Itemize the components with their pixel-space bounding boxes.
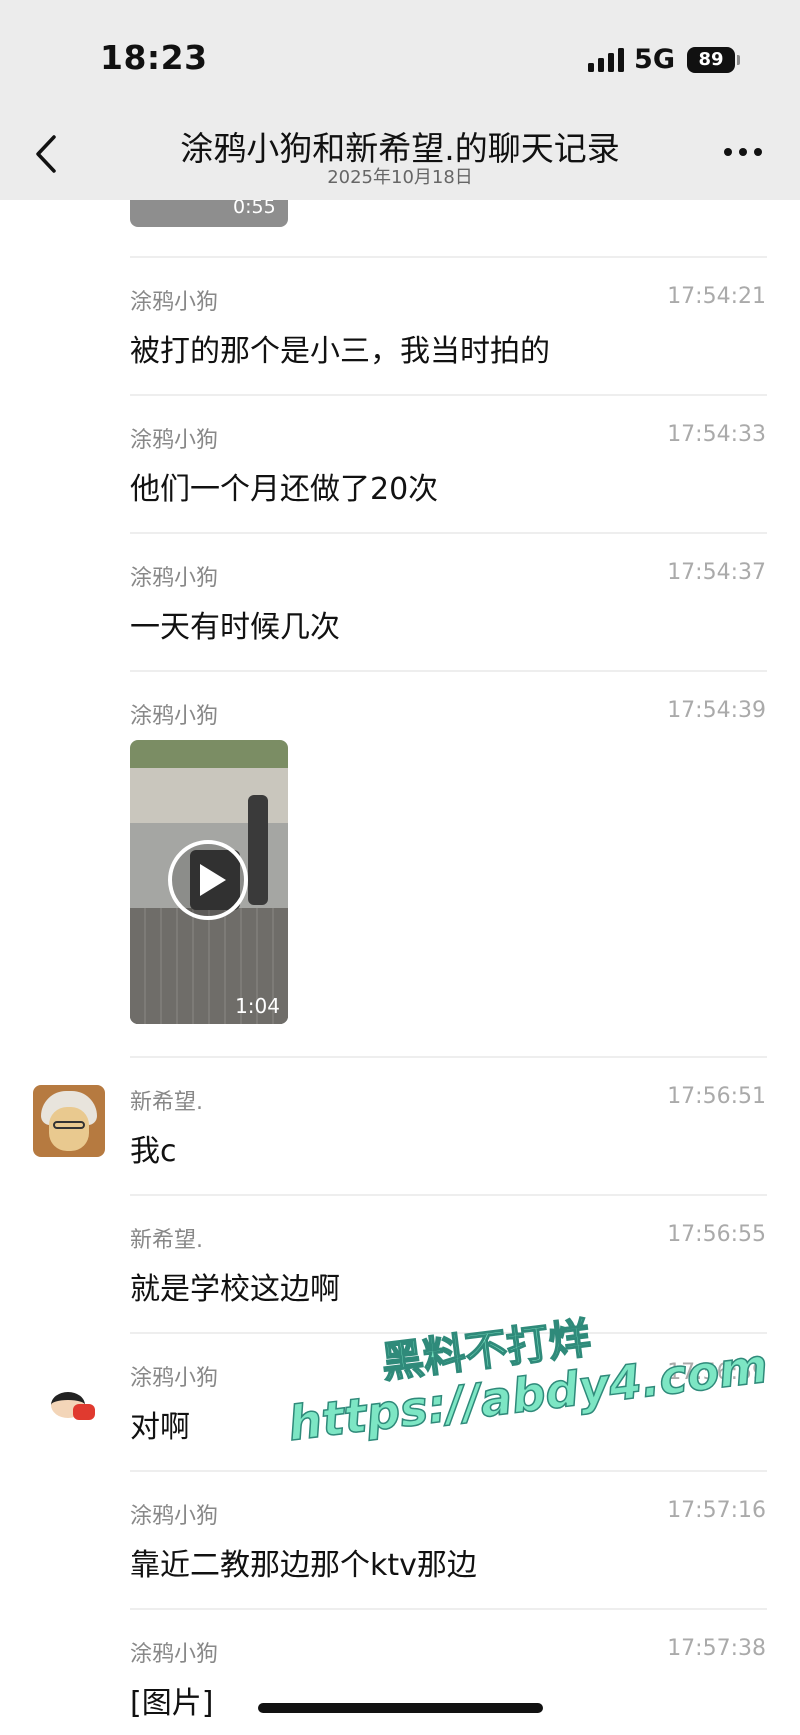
list-item: 涂鸦小狗 17:57:38 [图片] <box>0 1608 800 1735</box>
message-time: 17:54:37 <box>667 560 766 585</box>
list-item: 涂鸦小狗 17:54:33 他们一个月还做了20次 <box>0 394 800 532</box>
avatar[interactable] <box>33 1085 105 1157</box>
list-item: 涂鸦小狗 17:54:39 <box>0 670 800 1056</box>
message-sender: 涂鸦小狗 <box>130 1642 219 1667</box>
status-indicators: 5G 89 <box>588 44 740 75</box>
list-item: 涂鸦小狗 17:54:37 一天有时候几次 <box>0 532 800 670</box>
network-label: 5G <box>634 44 675 75</box>
message-text[interactable]: [图片] <box>130 1678 213 1722</box>
message-text[interactable]: 他们一个月还做了20次 <box>130 464 438 508</box>
message-text[interactable]: 就是学校这边啊 <box>130 1264 340 1308</box>
message-text[interactable]: 对啊 <box>130 1402 190 1446</box>
divider <box>130 256 767 258</box>
list-item: 涂鸦小狗 17:57:16 靠近二教那边那个ktv那边 <box>0 1470 800 1608</box>
message-sender: 新希望. <box>130 1228 203 1253</box>
video-duration: 1:04 <box>235 994 280 1018</box>
battery-tip <box>737 54 740 65</box>
chat-header: 18:23 5G 89 涂鸦小狗和新希望.的聊天记录 2025年10月18日 <box>0 0 800 200</box>
divider <box>130 532 767 534</box>
divider <box>130 670 767 672</box>
message-sender: 涂鸦小狗 <box>130 290 219 315</box>
more-options-icon[interactable] <box>724 148 762 156</box>
avatar[interactable] <box>45 1388 97 1424</box>
message-time: 17:54:33 <box>667 422 766 447</box>
home-indicator[interactable] <box>258 1703 543 1713</box>
divider <box>130 1194 767 1196</box>
divider <box>130 1608 767 1610</box>
signal-icon <box>588 47 625 72</box>
status-time: 18:23 <box>100 38 208 77</box>
video-scene-person <box>248 795 268 905</box>
list-item: 新希望. 17:56:51 我c <box>0 1056 800 1194</box>
message-time: 17:56:51 <box>667 1084 766 1109</box>
message-time: 17:57:16 <box>667 1498 766 1523</box>
message-text[interactable]: 我c <box>130 1126 177 1170</box>
divider <box>130 394 767 396</box>
message-sender: 涂鸦小狗 <box>130 1366 219 1391</box>
list-item: 涂鸦小狗 17:54:21 被打的那个是小三，我当时拍的 <box>0 256 800 394</box>
message-sender: 涂鸦小狗 <box>130 566 219 591</box>
play-icon[interactable] <box>168 840 248 920</box>
message-sender: 新希望. <box>130 1090 203 1115</box>
message-sender: 涂鸦小狗 <box>130 428 219 453</box>
message-time: 17:54:21 <box>667 284 766 309</box>
message-time: 17:57:38 <box>667 1636 766 1661</box>
video-thumbnail[interactable]: 1:04 <box>130 740 288 1024</box>
message-sender: 涂鸦小狗 <box>130 704 219 729</box>
message-sender: 涂鸦小狗 <box>130 1504 219 1529</box>
message-text[interactable]: 一天有时候几次 <box>130 602 340 646</box>
divider <box>130 1056 767 1058</box>
page-subtitle-date: 2025年10月18日 <box>327 167 473 188</box>
message-time: 17:56:55 <box>667 1222 766 1247</box>
message-text[interactable]: 被打的那个是小三，我当时拍的 <box>130 326 550 370</box>
message-time: 17:54:39 <box>667 698 766 723</box>
battery-icon: 89 <box>687 46 735 73</box>
list-item: 新希望. 17:56:55 就是学校这边啊 <box>0 1194 800 1332</box>
message-text[interactable]: 靠近二教那边那个ktv那边 <box>130 1540 477 1584</box>
